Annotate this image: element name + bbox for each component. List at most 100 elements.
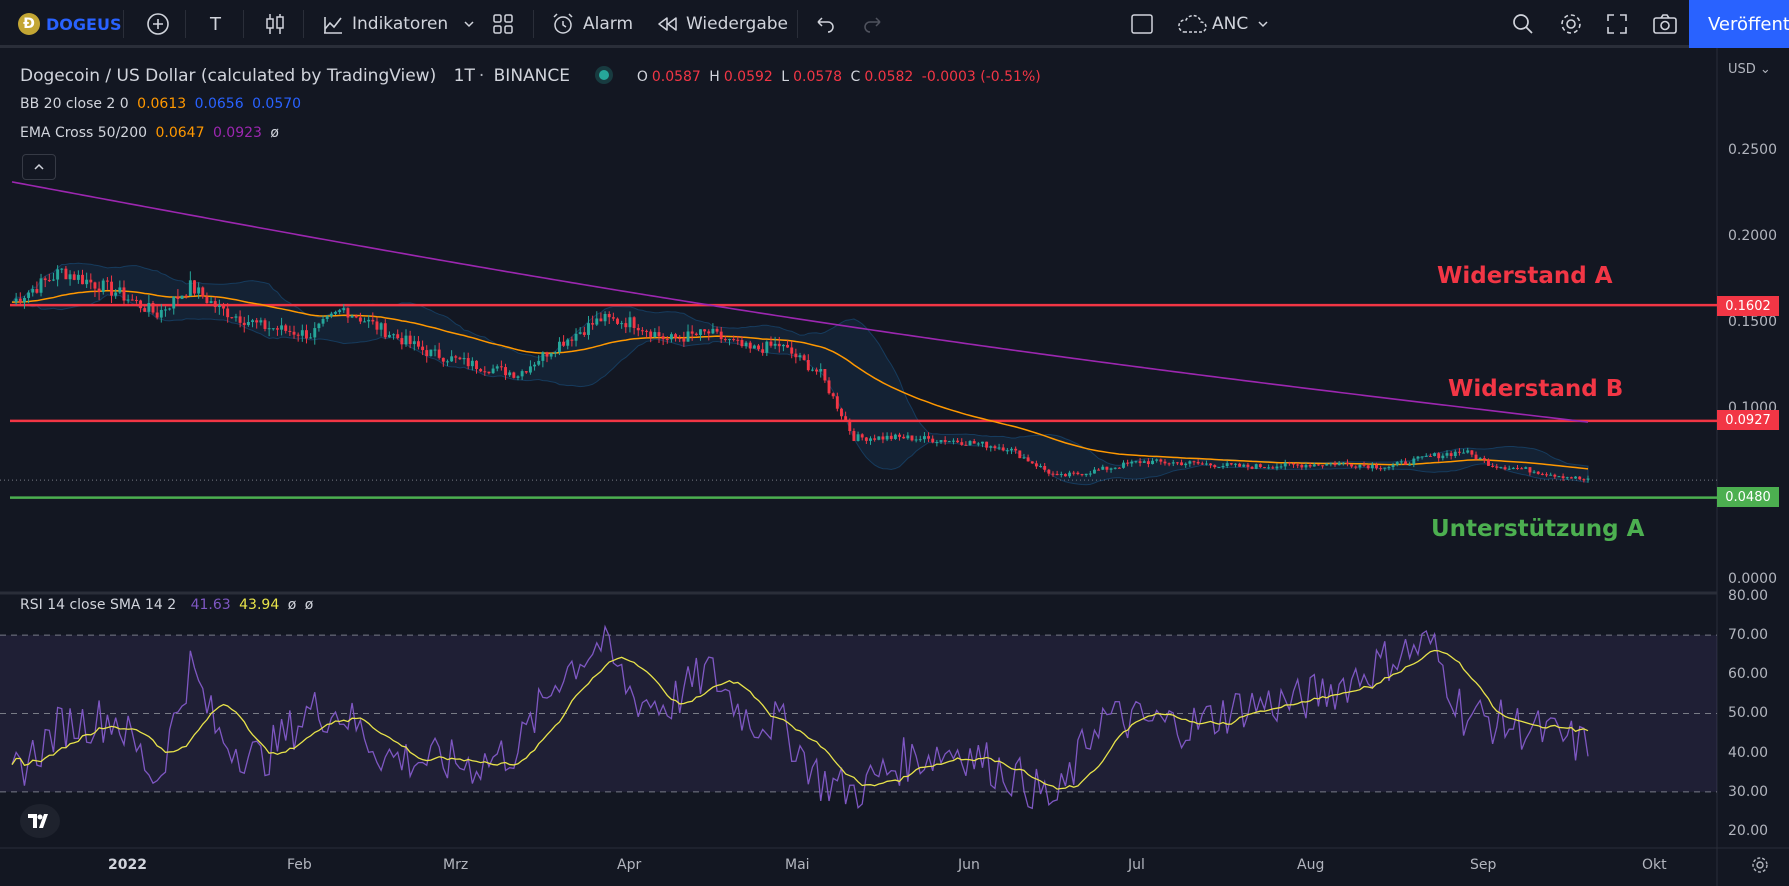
candle	[1304, 464, 1308, 468]
candle	[504, 367, 507, 376]
replay-button[interactable]: Wiedergabe	[656, 0, 788, 48]
candle	[649, 331, 653, 338]
indicators-button[interactable]: Indikatoren	[322, 0, 476, 48]
candle	[275, 328, 279, 330]
level-price-tag[interactable]: 0.0480	[1717, 487, 1779, 507]
candle	[1370, 464, 1374, 469]
candle	[101, 280, 105, 293]
support-a-label[interactable]: Unterstützung A	[1431, 516, 1644, 542]
expand-icon	[1607, 14, 1627, 34]
candle	[1022, 457, 1026, 459]
candle	[499, 366, 503, 368]
snapshot-button[interactable]	[1652, 0, 1678, 48]
fullscreen-chart-button[interactable]	[1130, 0, 1154, 48]
candle	[1026, 457, 1030, 462]
level-price-tag[interactable]: 0.1602	[1717, 296, 1779, 316]
publish-button[interactable]: Veröffent	[1689, 0, 1789, 48]
candle	[1545, 474, 1548, 476]
fullscreen-button[interactable]	[1606, 0, 1628, 48]
candle	[582, 332, 586, 335]
candle	[159, 309, 163, 318]
candle	[1204, 463, 1208, 465]
currency-label: USD	[1728, 62, 1756, 77]
candle	[375, 321, 379, 330]
candle	[860, 434, 864, 438]
chart-type-button[interactable]	[264, 0, 286, 48]
level-price-tag[interactable]: 0.0927	[1717, 410, 1779, 430]
candle	[342, 308, 346, 311]
collapse-legend-button[interactable]	[22, 154, 56, 180]
time-tick: Okt	[1642, 857, 1667, 873]
candle	[139, 300, 143, 309]
candle	[732, 339, 736, 341]
candle	[927, 436, 931, 439]
candle	[645, 330, 648, 332]
candle	[516, 376, 520, 378]
candle	[363, 321, 366, 323]
time-tick: Mrz	[443, 857, 469, 873]
candle	[711, 328, 715, 334]
candle	[1491, 465, 1495, 467]
open-label: O	[636, 69, 648, 85]
chart-canvas[interactable]	[0, 48, 1789, 886]
search-icon	[1513, 14, 1533, 34]
candle	[1321, 465, 1325, 467]
candle	[856, 434, 860, 441]
candle	[636, 327, 640, 331]
search-button[interactable]	[1511, 0, 1535, 48]
candle	[479, 369, 483, 372]
resistance-b-label[interactable]: Widerstand B	[1448, 376, 1623, 402]
candle	[1341, 462, 1345, 464]
candle	[1159, 459, 1163, 462]
candle	[1180, 462, 1184, 466]
candle	[1101, 466, 1105, 470]
candle	[346, 308, 350, 318]
candle	[1155, 459, 1159, 461]
axis-settings-button[interactable]	[1750, 855, 1770, 879]
currency-selector[interactable]: USD ⌄	[1728, 62, 1771, 77]
candle	[217, 305, 221, 308]
candle	[893, 434, 897, 439]
candle	[31, 289, 35, 293]
redo-button[interactable]	[862, 0, 884, 48]
candle	[1225, 463, 1229, 467]
bb-legend[interactable]: BB 20 close 2 0 0.0613 0.0656 0.0570	[20, 96, 305, 112]
compare-button[interactable]	[146, 0, 170, 48]
tradingview-logo[interactable]	[20, 804, 60, 838]
candle	[118, 287, 122, 293]
candle	[1076, 472, 1080, 475]
bb-lower: 0.0570	[252, 96, 302, 112]
candle	[1113, 467, 1117, 469]
candle	[902, 436, 906, 439]
candle	[707, 331, 711, 334]
candle	[184, 295, 188, 297]
symbol-search[interactable]: Ð DOGEUSD	[18, 0, 122, 48]
candle	[748, 342, 752, 349]
market-status-dot	[599, 70, 610, 80]
candle	[653, 332, 657, 338]
settings-button[interactable]	[1558, 0, 1584, 48]
undo-button[interactable]	[814, 0, 836, 48]
candle	[1300, 464, 1304, 468]
candle	[1088, 473, 1092, 475]
candle	[1362, 464, 1366, 466]
alarm-clock-icon	[553, 13, 573, 34]
candle	[35, 289, 39, 293]
candle	[72, 274, 76, 280]
candle	[794, 353, 798, 358]
layout-name-button[interactable]: ANC	[1176, 0, 1270, 48]
candle	[305, 330, 308, 339]
ema-legend[interactable]: EMA Cross 50/200 0.0647 0.0923 ø	[20, 125, 283, 141]
resistance-a-label[interactable]: Widerstand A	[1437, 263, 1613, 289]
candle	[1188, 461, 1192, 464]
candle	[819, 369, 823, 372]
rsi-legend[interactable]: RSI 14 close SMA 14 2 41.63 43.94 ø ø	[20, 597, 317, 613]
alert-button[interactable]: Alarm	[551, 0, 633, 48]
candle	[147, 302, 151, 312]
candle	[1379, 468, 1383, 470]
text-tool-button[interactable]: T	[210, 0, 221, 48]
toolbar-divider	[303, 10, 304, 38]
layouts-button[interactable]	[492, 0, 514, 48]
candle	[877, 436, 881, 440]
rsi-tick: 40.00	[1728, 745, 1769, 761]
